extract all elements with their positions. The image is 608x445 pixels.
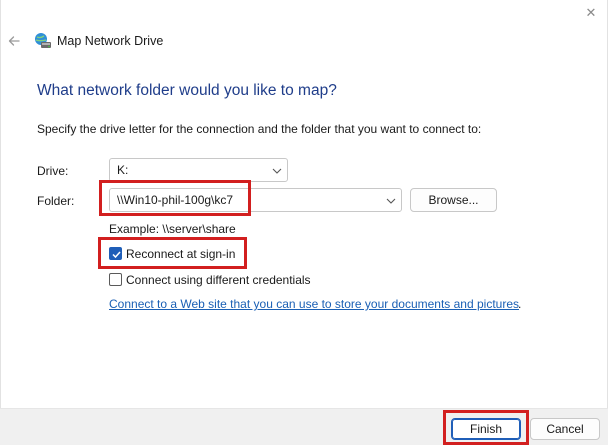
cancel-button[interactable]: Cancel: [530, 418, 600, 440]
reconnect-checkbox[interactable]: [109, 247, 122, 260]
browse-button[interactable]: Browse...: [410, 188, 497, 212]
chevron-down-icon[interactable]: [386, 195, 396, 205]
chevron-down-icon: [272, 165, 282, 175]
reconnect-label: Reconnect at sign-in: [126, 247, 236, 261]
back-arrow-icon[interactable]: [6, 33, 22, 49]
dialog-window: [0, 0, 608, 445]
drive-select[interactable]: K:: [109, 158, 288, 182]
drive-value: K:: [117, 163, 129, 177]
link-suffix: .: [518, 297, 522, 311]
close-button[interactable]: ✕: [582, 4, 600, 22]
close-icon: ✕: [585, 5, 597, 20]
instructions-text: Specify the drive letter for the connect…: [37, 122, 482, 136]
page-title: What network folder would you like to ma…: [37, 82, 337, 99]
drive-label: Drive:: [37, 164, 69, 178]
web-site-link[interactable]: Connect to a Web site that you can use t…: [109, 297, 519, 311]
folder-value: \\Win10-phil-100g\kc7: [117, 193, 234, 207]
window-title: Map Network Drive: [57, 34, 164, 48]
finish-button[interactable]: Finish: [451, 418, 521, 440]
credentials-checkbox[interactable]: [109, 273, 122, 286]
folder-input[interactable]: \\Win10-phil-100g\kc7: [109, 188, 402, 212]
example-text: Example: \\server\share: [109, 222, 236, 236]
folder-label: Folder:: [37, 194, 75, 208]
credentials-label: Connect using different credentials: [126, 273, 311, 287]
network-drive-icon: [34, 32, 52, 50]
dialog-header: Map Network Drive: [0, 30, 608, 54]
